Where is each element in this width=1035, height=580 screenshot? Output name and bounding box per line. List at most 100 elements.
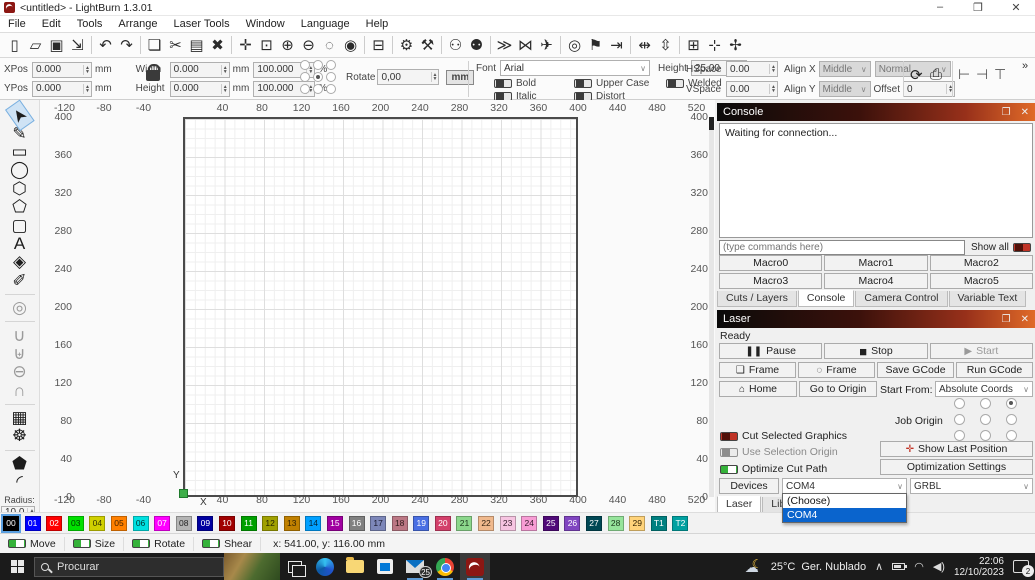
start-from-combo[interactable]: Absolute Coords∨ <box>935 381 1033 397</box>
zoom-window-icon[interactable]: ⊡ <box>256 35 277 56</box>
tray-clock[interactable]: 22:06 12/10/2023 <box>954 556 1004 578</box>
menu-edit[interactable]: Edit <box>34 18 69 30</box>
edit-nodes-tool[interactable]: ▢ <box>7 216 33 234</box>
edge-app[interactable] <box>310 553 340 580</box>
pan-icon[interactable]: ✛ <box>235 35 256 56</box>
menu-window[interactable]: Window <box>238 18 293 30</box>
preview-icon[interactable]: ⊟ <box>368 35 389 56</box>
weather-widget[interactable]: ☁☾ 25°C Ger. Nublado <box>745 559 866 575</box>
set-origin-icon[interactable]: ◎ <box>564 35 585 56</box>
optimize-cut-path-toggle[interactable] <box>720 465 738 474</box>
laser-close-icon[interactable]: ✕ <box>1021 314 1029 325</box>
menu-language[interactable]: Language <box>293 18 358 30</box>
palette-swatch-18[interactable]: 18 <box>392 516 408 531</box>
size-toggle[interactable] <box>73 539 91 548</box>
delete-icon[interactable]: ✖ <box>207 35 228 56</box>
open-file-icon[interactable]: ▱ <box>25 35 46 56</box>
macro-button-4[interactable]: Macro4 <box>824 273 927 289</box>
volume-icon[interactable]: ◀) <box>933 560 945 573</box>
frame-selection-icon[interactable]: ◌ <box>319 35 340 56</box>
zoom-in-icon[interactable]: ⊕ <box>277 35 298 56</box>
rotate-toggle[interactable] <box>132 539 150 548</box>
move-toggle[interactable] <box>8 539 26 548</box>
shape-tool[interactable]: ⬠ <box>7 198 33 216</box>
machine-settings-icon[interactable]: ⚒ <box>417 35 438 56</box>
palette-swatch-17[interactable]: 17 <box>370 516 386 531</box>
minimize-button[interactable]: – <box>921 1 959 14</box>
tab-console[interactable]: Console <box>798 290 855 307</box>
menu-file[interactable]: File <box>0 18 34 30</box>
measure-tool[interactable]: ✐ <box>7 272 33 290</box>
palette-swatch-26[interactable]: 26 <box>564 516 580 531</box>
console-close-icon[interactable]: ✕ <box>1021 107 1029 118</box>
paste-icon[interactable]: ▤ <box>186 35 207 56</box>
mail-app[interactable]: 25 <box>400 553 430 580</box>
optimization-settings-button[interactable]: Optimization Settings <box>880 459 1033 475</box>
user-icon[interactable]: ⚉ <box>466 35 487 56</box>
palette-swatch-13[interactable]: 13 <box>284 516 300 531</box>
shear-toggle[interactable] <box>202 539 220 548</box>
tray-chevron-icon[interactable]: ∧ <box>875 560 883 573</box>
start-button[interactable]: ▶Start <box>930 343 1033 359</box>
chrome-app[interactable] <box>430 553 460 580</box>
macro-button-2[interactable]: Macro2 <box>930 255 1033 271</box>
tab-camera-control[interactable]: Camera Control <box>855 291 947 307</box>
move-to-icon[interactable]: ⇥ <box>606 35 627 56</box>
tab-variable-text[interactable]: Variable Text <box>949 291 1027 307</box>
palette-swatch-06[interactable]: 06 <box>133 516 149 531</box>
aspect-lock-icon[interactable] <box>146 70 160 81</box>
show-all-toggle[interactable] <box>1013 243 1031 252</box>
macro-button-5[interactable]: Macro5 <box>930 273 1033 289</box>
palette-swatch-03[interactable]: 03 <box>68 516 84 531</box>
macro-button-0[interactable]: Macro0 <box>719 255 822 271</box>
menu-tools[interactable]: Tools <box>69 18 111 30</box>
aligny-combo[interactable]: Middle∨ <box>819 81 871 97</box>
bold-toggle[interactable] <box>494 79 512 88</box>
palette-swatch-29[interactable]: 29 <box>629 516 645 531</box>
crosshair-icon[interactable]: ✢ <box>725 35 746 56</box>
position-icon[interactable]: ⚑ <box>585 35 606 56</box>
circular-array-tool[interactable]: ☸ <box>7 427 33 445</box>
palette-swatch-21[interactable]: 21 <box>456 516 472 531</box>
ypos-field[interactable]: 0.000▲▼ <box>32 81 92 97</box>
port-combo[interactable]: COM4∨ <box>782 478 907 494</box>
taskbar-search[interactable]: Procurar <box>34 557 224 577</box>
font-combo[interactable]: Arial∨ <box>500 60 650 76</box>
send-icon[interactable]: ≫ <box>494 35 515 56</box>
ellipse-tool[interactable]: ◯ <box>7 161 33 179</box>
palette-swatch-05[interactable]: 05 <box>111 516 127 531</box>
start-button-windows[interactable] <box>0 553 34 580</box>
save-gcode-button[interactable]: Save GCode <box>877 362 954 378</box>
height-field[interactable]: 0.000▲▼ <box>170 81 230 97</box>
palette-swatch-02[interactable]: 02 <box>46 516 62 531</box>
palette-swatch-09[interactable]: 09 <box>197 516 213 531</box>
palette-swatch-16[interactable]: 16 <box>349 516 365 531</box>
text-tool[interactable]: A <box>7 235 33 253</box>
copy-icon[interactable]: ❏ <box>144 35 165 56</box>
notification-center-icon[interactable]: 2 <box>1013 560 1029 573</box>
goto-origin-button[interactable]: Go to Origin <box>799 381 877 397</box>
palette-swatch-28[interactable]: 28 <box>608 516 624 531</box>
frame-square-button[interactable]: ❑Frame <box>719 362 796 378</box>
alignx-combo[interactable]: Middle∨ <box>819 61 871 77</box>
multi-user-icon[interactable]: ⚇ <box>445 35 466 56</box>
palette-swatch-10[interactable]: 10 <box>219 516 235 531</box>
undo-icon[interactable]: ↶ <box>95 35 116 56</box>
polygon-tool[interactable]: ⬡ <box>7 180 33 198</box>
hspace-field[interactable]: 0.00▲▼ <box>726 61 778 77</box>
battery-icon[interactable] <box>892 563 905 570</box>
port-option-com4[interactable]: COM4 <box>783 508 906 522</box>
laser-float-icon[interactable]: ❐ <box>1002 314 1011 325</box>
width-field[interactable]: 0.000▲▼ <box>170 62 230 78</box>
align-right-icon[interactable]: ⊣ <box>976 66 988 83</box>
apply-path-tool[interactable]: ⬟ <box>7 455 33 473</box>
devices-button[interactable]: Devices <box>719 478 779 494</box>
firmware-combo[interactable]: GRBL∨ <box>910 478 1033 494</box>
frame-circle-button[interactable]: ◌Frame <box>798 362 875 378</box>
save-icon[interactable]: ▣ <box>46 35 67 56</box>
explorer-app[interactable] <box>340 553 370 580</box>
job-origin-grid[interactable] <box>954 398 1032 446</box>
menu-help[interactable]: Help <box>358 18 397 30</box>
palette-swatch-22[interactable]: 22 <box>478 516 494 531</box>
new-file-icon[interactable]: ▯ <box>4 35 25 56</box>
